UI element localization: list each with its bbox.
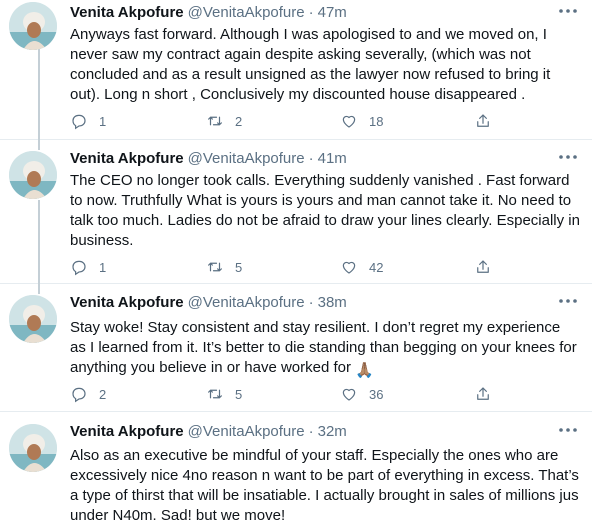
- avatar[interactable]: [9, 295, 57, 343]
- tweet[interactable]: Venita Akpofure @VenitaAkpofure · 47m Anywa…: [0, 0, 592, 142]
- share-icon: [477, 260, 489, 273]
- avatar[interactable]: [9, 424, 57, 472]
- tweet-text: Anyways fast forward. Although I was apo…: [70, 26, 551, 103]
- tweet-actions: 1 5 42: [70, 256, 500, 278]
- reply-icon: [72, 260, 86, 276]
- thread-connector-line: [38, 48, 40, 142]
- avatar[interactable]: [9, 2, 57, 50]
- retweet-count: 5: [235, 259, 243, 275]
- tweet[interactable]: Venita Akpofure @VenitaAkpofure · 38m Stay …: [0, 284, 592, 412]
- separator: ·: [308, 423, 314, 440]
- more-horizontal-icon[interactable]: [556, 3, 580, 19]
- retweet-icon: [208, 262, 222, 272]
- separator: ·: [308, 294, 314, 311]
- like-count: 42: [369, 259, 384, 275]
- handle[interactable]: @VenitaAkpofure: [188, 294, 305, 311]
- retweet-count: 5: [235, 386, 243, 402]
- reply-button[interactable]: 1: [70, 256, 106, 278]
- tweet-text-body: Stay woke! Stay consistent and stay resi…: [70, 319, 577, 376]
- like-button[interactable]: 42: [340, 256, 383, 278]
- more-horizontal-icon[interactable]: [556, 293, 580, 309]
- reply-count: 2: [99, 386, 107, 402]
- display-name[interactable]: Venita Akpofure: [70, 4, 184, 21]
- retweet-button[interactable]: 5: [206, 383, 242, 405]
- handle[interactable]: @VenitaAkpofure: [188, 423, 305, 440]
- reply-button[interactable]: 1: [70, 110, 106, 132]
- tweet-header: Venita Akpofure @VenitaAkpofure · 47m: [70, 2, 347, 24]
- separator: ·: [308, 4, 314, 21]
- tweet[interactable]: Venita Akpofure @VenitaAkpofure · 41m The C…: [0, 140, 592, 286]
- thread-connector-line: [38, 284, 40, 294]
- tweet-actions: 2 5 36: [70, 383, 500, 405]
- display-name[interactable]: Venita Akpofure: [70, 294, 184, 311]
- display-name[interactable]: Venita Akpofure: [70, 150, 184, 167]
- tweet-text: Also as an executive be mindful of your …: [70, 447, 579, 524]
- like-button[interactable]: 18: [340, 110, 383, 132]
- tweet-header: Venita Akpofure @VenitaAkpofure · 32m: [70, 421, 347, 443]
- avatar[interactable]: [9, 151, 57, 199]
- timestamp[interactable]: 38m: [318, 294, 347, 311]
- tweet-header: Venita Akpofure @VenitaAkpofure · 38m: [70, 292, 347, 314]
- tweet[interactable]: Venita Akpofure @VenitaAkpofure · 32m Also …: [0, 412, 592, 527]
- reply-count: 1: [99, 259, 107, 275]
- thread-connector-line: [38, 200, 40, 286]
- tweet-text: The CEO no longer took calls. Everything…: [70, 172, 580, 249]
- share-button[interactable]: [474, 256, 492, 278]
- like-button[interactable]: 36: [340, 383, 383, 405]
- more-horizontal-icon[interactable]: [556, 149, 580, 165]
- retweet-button[interactable]: 2: [206, 110, 242, 132]
- timestamp[interactable]: 47m: [318, 4, 347, 21]
- share-icon: [477, 387, 489, 400]
- retweet-button[interactable]: 5: [206, 256, 242, 278]
- display-name[interactable]: Venita Akpofure: [70, 423, 184, 440]
- reply-count: 1: [99, 113, 107, 129]
- reply-icon: [72, 387, 86, 403]
- separator: ·: [308, 150, 314, 167]
- heart-icon: [342, 388, 356, 401]
- retweet-icon: [208, 116, 222, 126]
- retweet-icon: [208, 389, 222, 399]
- timestamp[interactable]: 32m: [318, 423, 347, 440]
- more-horizontal-icon[interactable]: [556, 422, 580, 438]
- heart-icon: [342, 261, 356, 274]
- like-count: 36: [369, 386, 384, 402]
- reply-button[interactable]: 2: [70, 383, 106, 405]
- tweet-text: Stay woke! Stay consistent and stay resi…: [70, 318, 580, 381]
- share-button[interactable]: [474, 383, 492, 405]
- handle[interactable]: @VenitaAkpofure: [188, 4, 305, 21]
- handle[interactable]: @VenitaAkpofure: [188, 150, 305, 167]
- heart-icon: [342, 115, 356, 128]
- tweet-actions: 1 2 18: [70, 110, 500, 132]
- praying-hands-emoji: 🙏🏽: [355, 362, 374, 379]
- thread-connector-line: [38, 140, 40, 150]
- reply-icon: [72, 114, 86, 130]
- like-count: 18: [369, 113, 384, 129]
- retweet-count: 2: [235, 113, 243, 129]
- tweet-header: Venita Akpofure @VenitaAkpofure · 41m: [70, 148, 347, 170]
- share-icon: [477, 114, 489, 127]
- share-button[interactable]: [474, 110, 492, 132]
- timestamp[interactable]: 41m: [318, 150, 347, 167]
